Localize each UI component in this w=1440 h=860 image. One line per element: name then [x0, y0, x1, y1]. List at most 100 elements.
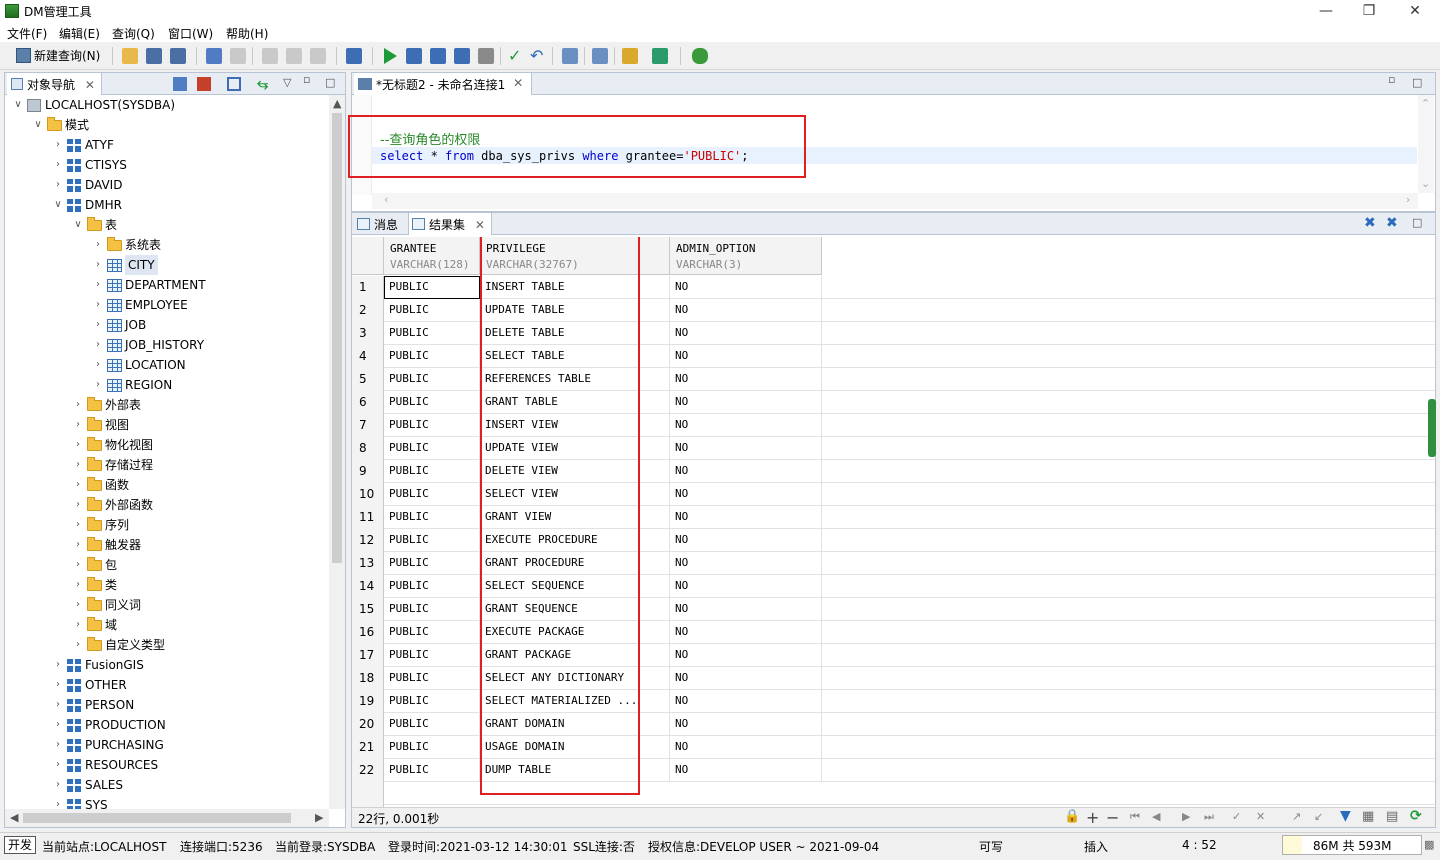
chevron-right-icon[interactable]: › — [93, 295, 103, 315]
close-tab-icon[interactable]: ✕ — [513, 76, 523, 90]
chevron-right-icon[interactable]: › — [73, 495, 83, 515]
execute-step-icon[interactable] — [406, 48, 422, 64]
tree-item[interactable]: › EMPLOYEE — [5, 295, 325, 315]
cell-grantee[interactable]: PUBLIC — [384, 322, 480, 345]
open-icon[interactable] — [122, 48, 138, 64]
tree-item[interactable]: › 域 — [5, 615, 325, 635]
chevron-right-icon[interactable]: › — [53, 735, 63, 755]
tree-item[interactable]: › JOB_HISTORY — [5, 335, 325, 355]
paste-icon[interactable] — [310, 48, 326, 64]
cell-grantee[interactable]: PUBLIC — [384, 414, 480, 437]
prev-page-icon[interactable]: ◀ — [1152, 810, 1160, 823]
editor-minimize-icon[interactable]: ▫ — [1388, 73, 1395, 86]
cell-grantee[interactable]: PUBLIC — [384, 506, 480, 529]
save-changes-icon[interactable]: ✓ — [1232, 810, 1241, 823]
stop-icon[interactable] — [478, 48, 494, 64]
close-tab-icon[interactable]: ✕ — [475, 218, 485, 232]
cell-grantee[interactable]: PUBLIC — [384, 276, 480, 299]
tree-item[interactable]: › CITY — [5, 255, 325, 275]
chevron-right-icon[interactable]: › — [73, 435, 83, 455]
panel-maximize-icon[interactable]: □ — [325, 76, 335, 89]
next-page-icon[interactable]: ▶ — [1182, 810, 1190, 823]
chevron-right-icon[interactable]: › — [53, 795, 63, 809]
chevron-right-icon[interactable]: › — [73, 475, 83, 495]
column-header-admin-option[interactable]: ADMIN_OPTION VARCHAR(3) — [670, 237, 822, 275]
cell-admin-option[interactable]: NO — [670, 575, 822, 598]
chevron-right-icon[interactable]: › — [53, 135, 63, 155]
undo-icon[interactable] — [206, 48, 222, 64]
cell-admin-option[interactable]: NO — [670, 483, 822, 506]
cell-grantee[interactable]: PUBLIC — [384, 713, 480, 736]
new-query-button[interactable]: 新建查询(N) — [14, 46, 100, 66]
tree-item[interactable]: › 外部表 — [5, 395, 325, 415]
menu-help[interactable]: 帮助(H) — [226, 25, 268, 42]
tree-item[interactable]: › 包 — [5, 555, 325, 575]
redo-icon[interactable] — [230, 48, 246, 64]
tree-item[interactable]: › ATYF — [5, 135, 325, 155]
chevron-right-icon[interactable]: › — [73, 415, 83, 435]
chevron-down-icon[interactable]: ∨ — [13, 95, 23, 115]
form-view-icon[interactable]: ▤ — [1386, 809, 1398, 824]
tree-item[interactable]: › 视图 — [5, 415, 325, 435]
cell-grantee[interactable]: PUBLIC — [384, 736, 480, 759]
export-icon[interactable]: ↗ — [1292, 810, 1301, 823]
tree-item[interactable]: ∨ LOCALHOST(SYSDBA) — [5, 95, 325, 115]
results-maximize-icon[interactable]: □ — [1412, 216, 1422, 229]
cell-grantee[interactable]: PUBLIC — [384, 460, 480, 483]
maximize-button[interactable]: ❐ — [1346, 0, 1392, 22]
tree-item[interactable]: › 存储过程 — [5, 455, 325, 475]
cell-admin-option[interactable]: NO — [670, 690, 822, 713]
cell-admin-option[interactable]: NO — [670, 736, 822, 759]
chevron-right-icon[interactable]: › — [73, 595, 83, 615]
save-icon[interactable] — [146, 48, 162, 64]
tree-item[interactable]: › SALES — [5, 775, 325, 795]
cell-admin-option[interactable]: NO — [670, 713, 822, 736]
chevron-right-icon[interactable]: › — [53, 755, 63, 775]
cut-icon[interactable] — [262, 48, 278, 64]
execute-icon[interactable] — [384, 48, 397, 64]
tree-item[interactable]: › REGION — [5, 375, 325, 395]
cell-admin-option[interactable]: NO — [670, 621, 822, 644]
close-results-icon[interactable]: ✖ — [1364, 215, 1376, 231]
cell-admin-option[interactable]: NO — [670, 460, 822, 483]
cell-grantee[interactable]: PUBLIC — [384, 759, 480, 782]
cell-grantee[interactable]: PUBLIC — [384, 437, 480, 460]
tree-item[interactable]: › SYS — [5, 795, 325, 809]
cell-admin-option[interactable]: NO — [670, 345, 822, 368]
cell-admin-option[interactable]: NO — [670, 391, 822, 414]
delete-row-icon[interactable]: − — [1106, 808, 1119, 827]
refresh-tree-icon[interactable]: ⥃ — [257, 77, 271, 91]
cell-admin-option[interactable]: NO — [670, 368, 822, 391]
chevron-right-icon[interactable]: › — [93, 335, 103, 355]
tree-item[interactable]: › 类 — [5, 575, 325, 595]
menu-file[interactable]: 文件(F) — [7, 25, 47, 42]
chevron-right-icon[interactable]: › — [53, 175, 63, 195]
chevron-down-icon[interactable]: ∨ — [53, 195, 63, 215]
chevron-right-icon[interactable]: › — [53, 675, 63, 695]
memory-usage[interactable]: 86M 共 593M — [1282, 835, 1422, 855]
cell-grantee[interactable]: PUBLIC — [384, 621, 480, 644]
editor-vertical-scrollbar[interactable]: ⌃ ⌄ — [1418, 95, 1434, 193]
tree-item[interactable]: › DAVID — [5, 175, 325, 195]
connect-icon[interactable] — [173, 77, 187, 91]
add-row-icon[interactable]: + — [1086, 808, 1099, 827]
chevron-right-icon[interactable]: › — [53, 695, 63, 715]
tree-item[interactable]: › PRODUCTION — [5, 715, 325, 735]
chevron-right-icon[interactable]: › — [93, 375, 103, 395]
tree-item[interactable]: › 同义词 — [5, 595, 325, 615]
scroll-thumb[interactable] — [332, 113, 342, 563]
chevron-right-icon[interactable]: › — [73, 555, 83, 575]
migrate-icon[interactable] — [652, 48, 668, 64]
tree-vertical-scrollbar[interactable]: ▲ — [329, 95, 345, 809]
calendar-icon[interactable] — [562, 48, 578, 64]
tree-item[interactable]: › 触发器 — [5, 535, 325, 555]
cell-grantee[interactable]: PUBLIC — [384, 644, 480, 667]
column-header-grantee[interactable]: GRANTEE VARCHAR(128) — [384, 237, 480, 275]
grid-view-icon[interactable]: ▦ — [1362, 809, 1374, 824]
commit-icon[interactable]: ✓ — [508, 48, 524, 64]
scroll-thumb[interactable] — [23, 813, 291, 823]
chevron-right-icon[interactable]: › — [73, 615, 83, 635]
cell-grantee[interactable]: PUBLIC — [384, 690, 480, 713]
cell-grantee[interactable]: PUBLIC — [384, 529, 480, 552]
chevron-right-icon[interactable]: › — [53, 775, 63, 795]
